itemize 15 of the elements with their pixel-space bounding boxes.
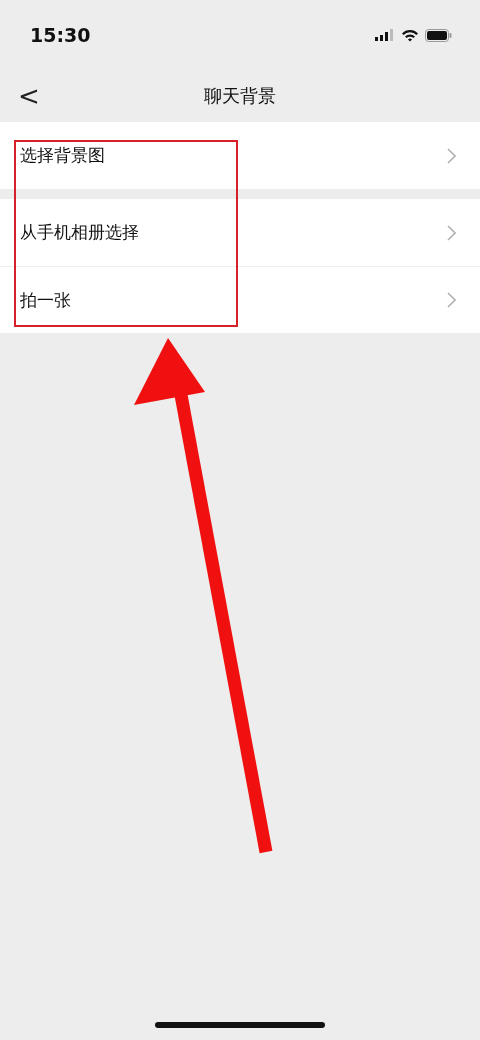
chevron-icon: [447, 147, 456, 164]
status-time: 15:30: [30, 24, 91, 46]
menu-item-label: 从手机相册选择: [20, 221, 139, 244]
page-title: 聊天背景: [204, 84, 276, 108]
menu-item[interactable]: 选择背景图: [0, 122, 480, 189]
menu-item-label: 拍一张: [20, 288, 71, 312]
chevron-icon: [447, 292, 456, 308]
menu-item-label: 选择背景图: [20, 144, 105, 167]
signal-icon: [375, 29, 395, 41]
menu-item[interactable]: 拍一张: [0, 266, 480, 333]
chevron-icon: [447, 224, 456, 241]
back-button[interactable]: <: [18, 83, 40, 109]
battery-icon: [425, 28, 452, 42]
wifi-icon: [401, 28, 419, 42]
menu-item[interactable]: 从手机相册选择: [0, 199, 480, 266]
